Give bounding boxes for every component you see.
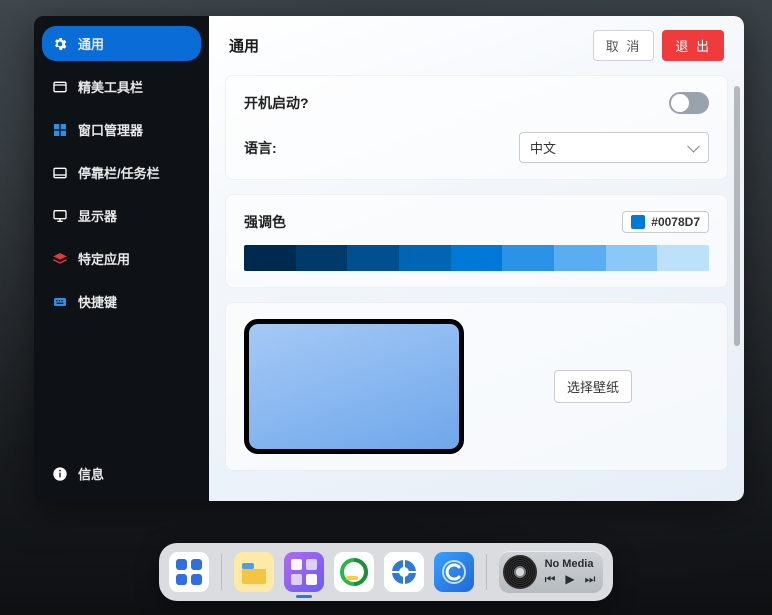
dock-icon bbox=[52, 165, 68, 181]
accent-swatch[interactable] bbox=[244, 245, 296, 271]
startup-toggle[interactable] bbox=[669, 92, 709, 114]
media-title: No Media bbox=[545, 558, 596, 570]
media-controls: ⏮ ▶ ⏭ bbox=[545, 572, 596, 587]
row-startup: 开机启动? bbox=[244, 92, 709, 114]
dock-app-c[interactable] bbox=[434, 552, 474, 592]
media-play-button[interactable]: ▶ bbox=[565, 572, 574, 587]
accent-swatch[interactable] bbox=[554, 245, 606, 271]
sidebar-item-shortcuts[interactable]: 快捷键 bbox=[42, 284, 201, 319]
dock-separator bbox=[221, 554, 222, 590]
accent-label: 强调色 bbox=[244, 212, 286, 232]
accent-swatch[interactable] bbox=[451, 245, 503, 271]
sidebar-item-label: 特定应用 bbox=[78, 249, 130, 268]
sidebar-item-info[interactable]: 信息 bbox=[42, 458, 201, 489]
sidebar-item-toolbar[interactable]: 精美工具栏 bbox=[42, 69, 201, 104]
content-body[interactable]: 开机启动? 语言: 中文 强调色 bbox=[209, 75, 744, 501]
accent-swatch[interactable] bbox=[296, 245, 348, 271]
accent-swatch[interactable] bbox=[606, 245, 658, 271]
page-title: 通用 bbox=[229, 35, 585, 56]
card-general: 开机启动? 语言: 中文 bbox=[225, 75, 728, 180]
settings-sidebar: 通用 精美工具栏 窗口管理器 停靠栏/任务栏 bbox=[34, 16, 209, 501]
accent-swatch[interactable] bbox=[502, 245, 554, 271]
accent-swatch-row bbox=[244, 245, 709, 271]
cancel-button[interactable]: 取 消 bbox=[593, 30, 655, 61]
row-language: 语言: 中文 bbox=[244, 132, 709, 163]
dock-app-settings[interactable] bbox=[284, 552, 324, 592]
media-album-art bbox=[503, 555, 537, 589]
sidebar-item-specific-apps[interactable]: 特定应用 bbox=[42, 241, 201, 276]
window-icon bbox=[52, 79, 68, 95]
gear-icon bbox=[52, 36, 68, 52]
sidebar-item-general[interactable]: 通用 bbox=[42, 26, 201, 61]
language-select[interactable]: 中文 bbox=[519, 132, 709, 163]
settings-window: 通用 精美工具栏 窗口管理器 停靠栏/任务栏 bbox=[34, 16, 744, 501]
media-prev-button[interactable]: ⏮ bbox=[545, 572, 556, 587]
accent-value-chip[interactable]: #0078D7 bbox=[622, 211, 709, 233]
wallpaper-row: 选择壁纸 bbox=[244, 319, 709, 454]
dock-app-browser-blue[interactable] bbox=[384, 552, 424, 592]
sidebar-list: 通用 精美工具栏 窗口管理器 停靠栏/任务栏 bbox=[42, 26, 201, 458]
sidebar-item-window-manager[interactable]: 窗口管理器 bbox=[42, 112, 201, 147]
keyboard-icon bbox=[52, 294, 68, 310]
settings-content: 通用 取 消 退 出 开机启动? 语言: 中文 bbox=[209, 16, 744, 501]
language-label: 语言: bbox=[244, 138, 334, 158]
sidebar-item-label: 快捷键 bbox=[78, 292, 117, 311]
layers-icon bbox=[52, 251, 68, 267]
dock-wrap: No Media ⏮ ▶ ⏭ bbox=[0, 543, 772, 601]
scrollbar-thumb[interactable] bbox=[734, 86, 740, 346]
grid-icon bbox=[52, 122, 68, 138]
sidebar-item-label: 窗口管理器 bbox=[78, 120, 143, 139]
dock-app-files[interactable] bbox=[234, 552, 274, 592]
exit-button[interactable]: 退 出 bbox=[662, 30, 724, 61]
media-next-button[interactable]: ⏭ bbox=[585, 572, 596, 587]
info-icon bbox=[52, 466, 68, 482]
sidebar-footer-label: 信息 bbox=[78, 464, 104, 483]
dock-media-widget: No Media ⏮ ▶ ⏭ bbox=[499, 551, 604, 593]
wallpaper-thumbnail[interactable] bbox=[244, 319, 464, 454]
accent-head: 强调色 #0078D7 bbox=[244, 211, 709, 233]
dock-app-launcher[interactable] bbox=[169, 552, 209, 592]
accent-swatch[interactable] bbox=[347, 245, 399, 271]
startup-label: 开机启动? bbox=[244, 93, 334, 113]
sidebar-item-label: 停靠栏/任务栏 bbox=[78, 163, 160, 182]
card-wallpaper: 选择壁纸 bbox=[225, 302, 728, 471]
sidebar-item-dock-taskbar[interactable]: 停靠栏/任务栏 bbox=[42, 155, 201, 190]
accent-hex-text: #0078D7 bbox=[651, 215, 700, 229]
monitor-icon bbox=[52, 208, 68, 224]
choose-wallpaper-button[interactable]: 选择壁纸 bbox=[554, 370, 632, 403]
dock: No Media ⏮ ▶ ⏭ bbox=[159, 543, 614, 601]
sidebar-item-label: 通用 bbox=[78, 34, 104, 53]
accent-swatch-mini bbox=[631, 215, 645, 229]
content-header: 通用 取 消 退 出 bbox=[209, 16, 744, 75]
sidebar-item-display[interactable]: 显示器 bbox=[42, 198, 201, 233]
accent-swatch[interactable] bbox=[399, 245, 451, 271]
card-accent: 强调色 #0078D7 bbox=[225, 194, 728, 288]
dock-separator bbox=[486, 554, 487, 590]
sidebar-item-label: 精美工具栏 bbox=[78, 77, 143, 96]
accent-swatch[interactable] bbox=[657, 245, 709, 271]
dock-app-browser-green[interactable] bbox=[334, 552, 374, 592]
sidebar-item-label: 显示器 bbox=[78, 206, 117, 225]
language-select-value: 中文 bbox=[530, 141, 556, 156]
